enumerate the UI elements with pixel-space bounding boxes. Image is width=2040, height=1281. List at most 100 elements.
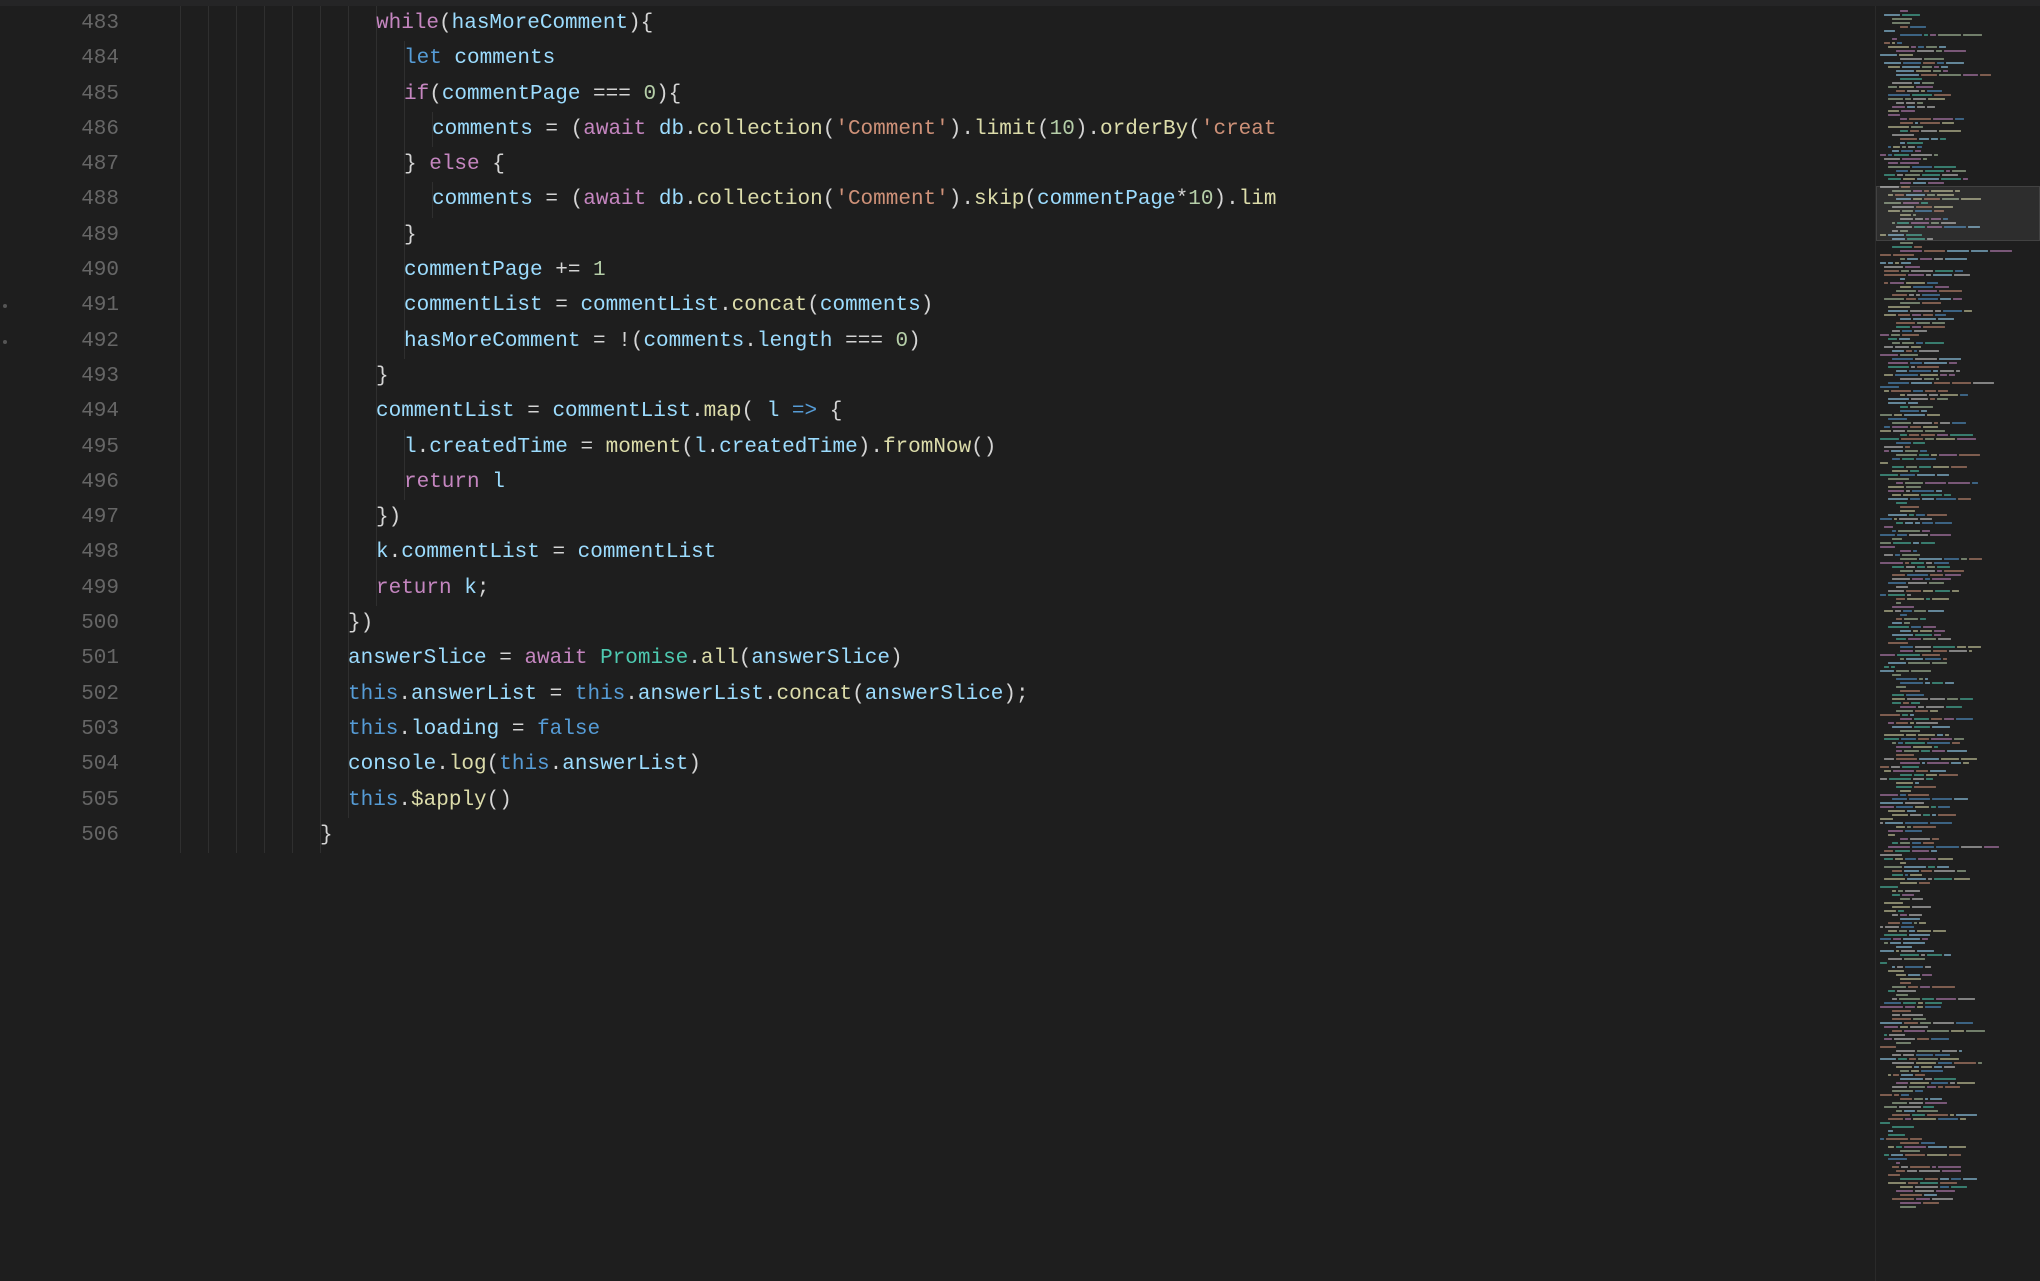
indent-guide [376,359,377,394]
indent-guide [208,359,209,394]
code-line[interactable]: } [144,359,1875,394]
line-number-gutter[interactable]: 4834844854864874884894904914924934944954… [14,6,144,1281]
indent-guide [376,6,377,41]
token: === [833,330,896,353]
code-line[interactable]: } [144,818,1875,853]
indent-guide [348,41,349,76]
indent-guide [320,41,321,76]
indent-guide [320,112,321,147]
line-number: 486 [14,112,119,147]
indent-guide [180,747,181,782]
token: . [684,118,697,141]
code-line[interactable]: }) [144,500,1875,535]
token [480,471,493,494]
indent-guide [376,112,377,147]
indent-guide [180,571,181,606]
token: { [480,153,505,176]
indent-guide [376,77,377,112]
line-number: 497 [14,500,119,535]
code-line[interactable]: hasMoreComment = !(comments.length === 0… [144,324,1875,359]
line-number: 483 [14,6,119,41]
indent-guide [180,818,181,853]
token: comments [643,330,744,353]
code-line[interactable]: }) [144,606,1875,641]
token: k [464,577,477,600]
token: commentPage [442,83,581,106]
token: lim [1239,188,1277,211]
token: hasMoreComment [404,330,580,353]
code-line[interactable]: console.log(this.answerList) [144,747,1875,782]
token: ( [741,400,766,423]
indent-guide [236,324,237,359]
line-number: 500 [14,606,119,641]
indent-guide [180,218,181,253]
token: collection [697,188,823,211]
code-line[interactable]: comments = (await db.collection('Comment… [144,112,1875,147]
indent-guide [320,606,321,641]
line-number: 498 [14,535,119,570]
code-line[interactable]: } [144,218,1875,253]
token: } [404,224,417,247]
token: . [744,330,757,353]
code-line[interactable]: commentList = commentList.concat(comment… [144,288,1875,323]
code-line[interactable]: if(commentPage === 0){ [144,77,1875,112]
minimap[interactable] [1875,6,2040,1281]
code-line[interactable]: comments = (await db.collection('Comment… [144,182,1875,217]
code-line[interactable]: return k; [144,571,1875,606]
code-line[interactable]: let comments [144,41,1875,76]
token: ( [1188,118,1201,141]
line-number: 501 [14,641,119,676]
indent-guide [376,41,377,76]
token: = [537,683,575,706]
token: } [376,365,389,388]
indent-guide [348,606,349,641]
code-line[interactable]: answerSlice = await Promise.all(answerSl… [144,641,1875,676]
code-line[interactable]: } else { [144,147,1875,182]
indent-guide [208,288,209,323]
indent-guide [320,147,321,182]
indent-guide [208,535,209,570]
indent-guide [180,41,181,76]
minimap-viewport[interactable] [1876,186,2040,241]
token: commentList [580,294,719,317]
indent-guide [320,324,321,359]
token: commentPage [404,259,543,282]
token: fromNow [883,436,971,459]
token: . [625,683,638,706]
token: 'creat [1201,118,1277,141]
indent-guide [376,253,377,288]
code-line[interactable]: this.loading = false [144,712,1875,747]
token [587,647,600,670]
indent-guide [348,500,349,535]
token: ( [739,647,752,670]
code-line[interactable]: while(hasMoreComment){ [144,6,1875,41]
indent-guide [180,324,181,359]
indent-guide [404,253,405,288]
token: = ( [533,188,583,211]
token: this [499,753,549,776]
code-editor[interactable]: while(hasMoreComment){let commentsif(com… [144,6,1875,1281]
code-line[interactable]: l.createdTime = moment(l.createdTime).fr… [144,430,1875,465]
code-line[interactable]: this.answerList = this.answerList.concat… [144,677,1875,712]
code-line[interactable]: commentList = commentList.map( l => { [144,394,1875,429]
indent-guide [264,6,265,41]
code-line[interactable]: k.commentList = commentList [144,535,1875,570]
code-line[interactable]: commentPage += 1 [144,253,1875,288]
token: concat [777,683,853,706]
token: commentList [578,541,717,564]
token: ). [949,118,974,141]
indent-guide [180,677,181,712]
indent-guide [264,677,265,712]
indent-guide [236,112,237,147]
token: else [429,153,479,176]
indent-guide [236,571,237,606]
token: ). [1075,118,1100,141]
line-number: 504 [14,747,119,782]
code-line[interactable]: return l [144,465,1875,500]
code-line[interactable]: this.$apply() [144,783,1875,818]
indent-guide [320,430,321,465]
token: orderBy [1100,118,1188,141]
token: }) [376,506,401,529]
gutter-decoration [3,304,7,308]
line-number: 505 [14,783,119,818]
